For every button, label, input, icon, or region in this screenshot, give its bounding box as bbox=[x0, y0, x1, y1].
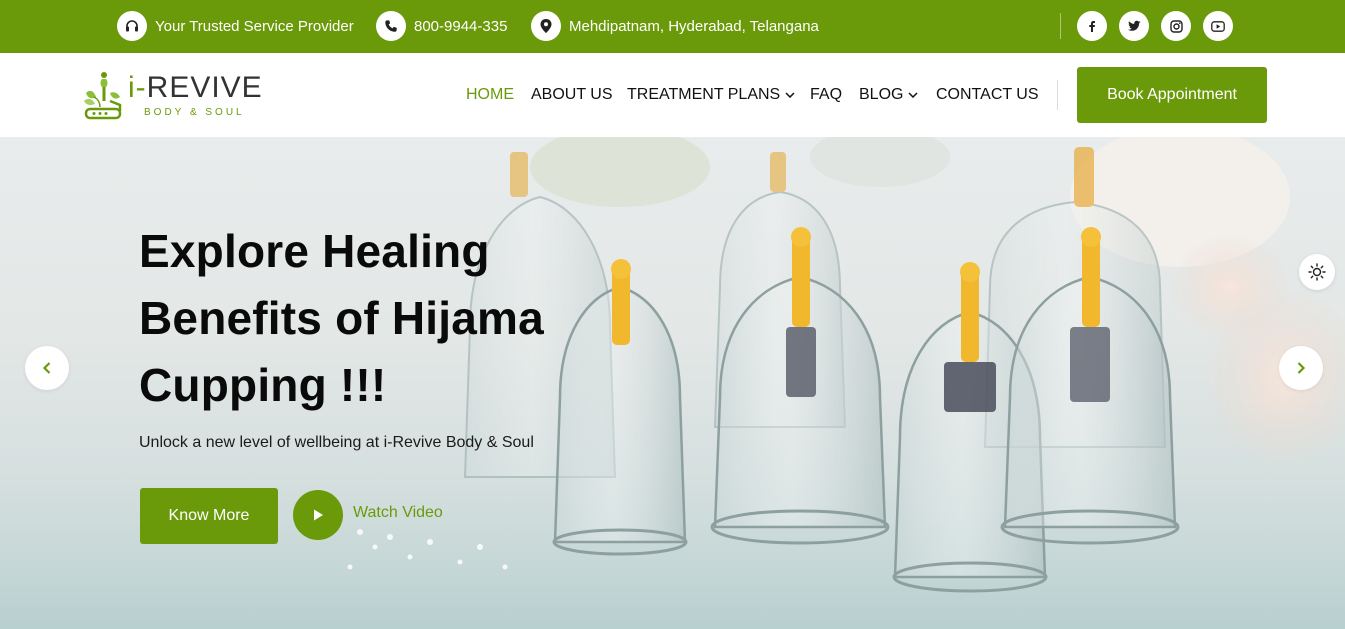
headset-icon bbox=[117, 11, 147, 41]
phone-icon bbox=[376, 11, 406, 41]
hero-slider: Explore Healing Benefits of Hijama Cuppi… bbox=[0, 137, 1345, 629]
youtube-icon[interactable] bbox=[1203, 11, 1233, 41]
know-more-button[interactable]: Know More bbox=[140, 488, 278, 544]
tagline-item: Your Trusted Service Provider bbox=[117, 11, 354, 41]
watch-video-link[interactable]: Watch Video bbox=[353, 504, 443, 522]
phone-item[interactable]: 800-9944-335 bbox=[376, 11, 507, 41]
nav-faq[interactable]: FAQ bbox=[810, 85, 842, 105]
nav-home[interactable]: HOME bbox=[466, 85, 514, 105]
hero-title-line: Cupping !!! bbox=[139, 359, 387, 411]
logo-subtitle: BODY & SOUL bbox=[144, 107, 245, 118]
logo-emblem-icon bbox=[84, 72, 122, 120]
play-video-button[interactable] bbox=[293, 490, 343, 540]
nav-contact-us[interactable]: CONTACT US bbox=[936, 85, 1039, 105]
chevron-right-icon bbox=[1297, 362, 1306, 374]
nav-treatment-plans[interactable]: TREATMENT PLANS bbox=[627, 85, 795, 105]
chevron-down-icon bbox=[908, 92, 918, 98]
twitter-icon[interactable] bbox=[1119, 11, 1149, 41]
logo-main: REVIVE bbox=[146, 71, 263, 104]
nav-blog-label: BLOG bbox=[859, 86, 904, 103]
hero-title: Explore Healing Benefits of Hijama Cuppi… bbox=[139, 218, 609, 419]
location-pin-icon bbox=[531, 11, 561, 41]
play-icon bbox=[314, 509, 323, 521]
logo-prefix: i- bbox=[128, 71, 147, 104]
chevron-down-icon bbox=[785, 92, 795, 98]
topbar-divider bbox=[1060, 13, 1061, 39]
chevron-left-icon bbox=[42, 362, 51, 374]
nav-about-us[interactable]: ABOUT US bbox=[531, 85, 613, 105]
top-info-bar: Your Trusted Service Provider 800-9944-3… bbox=[0, 0, 1345, 53]
nav-divider bbox=[1057, 80, 1058, 110]
hero-subtitle: Unlock a new level of wellbeing at i-Rev… bbox=[139, 434, 534, 451]
logo-wordmark: i-REVIVE bbox=[128, 71, 263, 105]
site-logo[interactable]: i-REVIVE BODY & SOUL bbox=[80, 69, 270, 121]
theme-toggle-button[interactable] bbox=[1299, 254, 1335, 290]
nav-treatment-plans-label: TREATMENT PLANS bbox=[627, 86, 781, 103]
phone-text: 800-9944-335 bbox=[414, 17, 508, 35]
sun-icon bbox=[1308, 263, 1326, 281]
instagram-icon[interactable] bbox=[1161, 11, 1191, 41]
nav-blog[interactable]: BLOG bbox=[859, 85, 918, 105]
hero-title-line: Benefits of Hijama bbox=[139, 292, 544, 344]
slider-next-button[interactable] bbox=[1279, 346, 1323, 390]
hero-title-line: Explore Healing bbox=[139, 225, 490, 277]
tagline-text: Your Trusted Service Provider bbox=[155, 17, 354, 35]
slider-prev-button[interactable] bbox=[25, 346, 69, 390]
facebook-icon[interactable] bbox=[1077, 11, 1107, 41]
address-item: Mehdipatnam, Hyderabad, Telangana bbox=[531, 11, 819, 41]
book-appointment-button[interactable]: Book Appointment bbox=[1077, 67, 1267, 123]
main-header: i-REVIVE BODY & SOUL HOME ABOUT US TREAT… bbox=[0, 53, 1345, 137]
address-text: Mehdipatnam, Hyderabad, Telangana bbox=[569, 17, 819, 35]
